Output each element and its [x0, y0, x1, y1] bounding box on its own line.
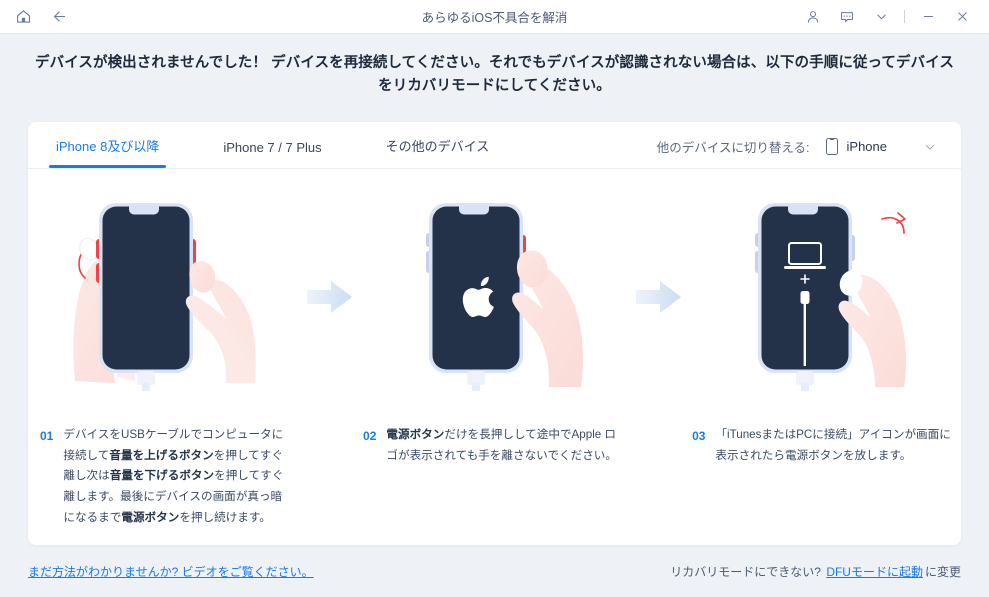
video-help-link[interactable]: まだ方法がわかりませんか? ビデオをご覧ください。 [28, 565, 314, 579]
title-bar-left-controls [0, 7, 69, 27]
home-icon[interactable] [13, 7, 33, 27]
minimize-icon[interactable] [911, 3, 945, 31]
title-bar: あらゆるiOS不具合を解消 [0, 0, 989, 34]
page-headline: デバイスが検出されませんでした！ デバイスを再接続してください。それでもデバイス… [35, 55, 954, 95]
tab-list: iPhone 8及び以降 iPhone 7 / 7 Plus その他のデバイス [48, 122, 549, 168]
message-icon[interactable] [830, 3, 864, 31]
step-1-number: 01 [40, 429, 54, 443]
tab-iphone7-7plus[interactable]: iPhone 7 / 7 Plus [219, 140, 325, 168]
step-2-text: 電源ボタンだけを長押しして途中でApple ロゴが表示されても手を離さないでくだ… [386, 428, 617, 462]
step-3: 03 「iTunesまたはPCに接続」アイコンが画面に表示されたら電源ボタンを放… [686, 169, 961, 544]
tab-bar: iPhone 8及び以降 iPhone 7 / 7 Plus その他のデバイス … [28, 122, 961, 169]
titlebar-divider [904, 10, 905, 23]
steps-container: 01 デバイスをUSBケーブルでコンピュータに接続して音量を上げるボタンを押して… [28, 169, 961, 544]
device-switcher-value: iPhone [846, 139, 887, 154]
step-1-text: デバイスをUSBケーブルでコンピュータに接続して音量を上げるボタンを押してすぐ離… [63, 428, 284, 524]
step-2-illustration [357, 169, 632, 391]
dfu-mode-link[interactable]: DFUモードに起動 [826, 565, 923, 579]
phone-icon [825, 138, 838, 155]
step-2-caption: 02 電源ボタンだけを長押しして途中でApple ロゴが表示されても手を離さない… [357, 391, 632, 466]
step-2: 02 電源ボタンだけを長押しして途中でApple ロゴが表示されても手を離さない… [357, 169, 632, 544]
step-3-caption: 03 「iTunesまたはPCに接続」アイコンが画面に表示されたら電源ボタンを放… [686, 391, 961, 466]
step-3-text: 「iTunesまたはPCに接続」アイコンが画面に表示されたら電源ボタンを放します… [715, 428, 951, 462]
step-1-illustration [28, 169, 303, 391]
dfu-hint-prefix: リカバリモードにできない? [670, 564, 821, 579]
dfu-hint-suffix: に変更 [924, 564, 961, 579]
step-1-caption: 01 デバイスをUSBケーブルでコンピュータに接続して音量を上げるボタンを押して… [28, 391, 303, 528]
more-chevron-down-icon[interactable] [864, 3, 898, 31]
tab-iphone8-and-later[interactable]: iPhone 8及び以降 [48, 136, 167, 168]
tab-other-devices[interactable]: その他のデバイス [382, 136, 494, 168]
step-2-number: 02 [363, 429, 377, 443]
user-icon[interactable] [796, 3, 830, 31]
dfu-mode-hint: リカバリモードにできない? DFUモードに起動 に変更 [670, 563, 961, 580]
title-bar-right-controls [796, 3, 989, 31]
bottom-bar: まだ方法がわかりませんか? ビデオをご覧ください。 リカバリモードにできない? … [0, 545, 989, 597]
device-switcher-label: 他のデバイスに切り替える: [656, 141, 810, 155]
step-3-number: 03 [692, 429, 706, 443]
back-arrow-icon[interactable] [49, 7, 69, 27]
step-arrow-1 [303, 169, 357, 544]
close-icon[interactable] [945, 3, 979, 31]
device-switcher-chevron-down-icon[interactable] [923, 140, 937, 154]
device-switcher-select[interactable]: iPhone [825, 138, 887, 155]
step-3-illustration [686, 169, 961, 391]
step-1: 01 デバイスをUSBケーブルでコンピュータに接続して音量を上げるボタンを押して… [28, 169, 303, 544]
steps-card: iPhone 8及び以降 iPhone 7 / 7 Plus その他のデバイス … [28, 122, 961, 545]
device-switcher: 他のデバイスに切り替える: iPhone [657, 137, 937, 168]
step-arrow-2 [632, 169, 686, 544]
video-help-link-wrap: まだ方法がわかりませんか? ビデオをご覧ください。 [28, 563, 314, 580]
